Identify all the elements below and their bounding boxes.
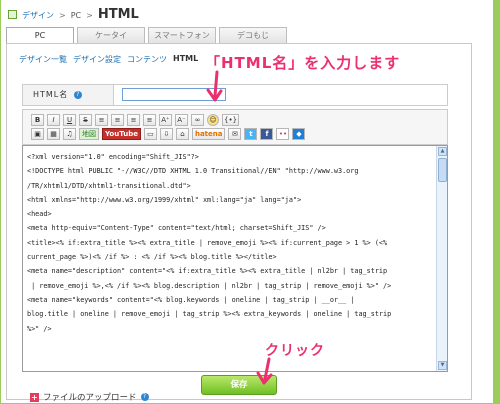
video-icon[interactable]: ▭ bbox=[143, 128, 157, 140]
scroll-thumb[interactable] bbox=[438, 158, 447, 182]
map-button[interactable]: 地図 bbox=[79, 128, 99, 140]
font-size-up-icon[interactable]: A⁺ bbox=[159, 114, 172, 126]
code-line: <head> bbox=[27, 210, 52, 219]
device-tabs: PC ケータイ スマートフォン デコもじ bbox=[6, 27, 287, 44]
html-code-text[interactable]: <?xml version="1.0" encoding="Shift_JIS"… bbox=[27, 150, 431, 336]
align-justify-icon[interactable]: ≡ bbox=[143, 114, 156, 126]
flickr-icon[interactable]: •• bbox=[276, 128, 290, 140]
tab-decomoji[interactable]: デコもじ bbox=[219, 27, 287, 43]
tab-smartphone[interactable]: スマートフォン bbox=[148, 27, 216, 43]
html-name-row: HTML名 ? bbox=[22, 84, 448, 106]
editor-scrollbar[interactable]: ▲ ▼ bbox=[436, 146, 447, 371]
subnav-current: HTML bbox=[173, 54, 199, 63]
code-line: <meta name="description" content="<% if:… bbox=[27, 267, 388, 276]
code-line: %>" /> bbox=[27, 324, 52, 333]
file-upload-label[interactable]: ファイルのアップロード bbox=[43, 391, 137, 403]
html-name-label-cell: HTML名 ? bbox=[23, 85, 114, 105]
align-left-icon[interactable]: ≡ bbox=[95, 114, 108, 126]
home-icon[interactable]: ⌂ bbox=[175, 128, 189, 140]
font-size-down-icon[interactable]: A⁻ bbox=[175, 114, 188, 126]
tab-keitai[interactable]: ケータイ bbox=[77, 27, 145, 43]
bold-button[interactable]: B bbox=[31, 114, 44, 126]
code-line: | remove_emoji %>,<% /if %><% blog.descr… bbox=[27, 281, 392, 290]
decomoji-icon[interactable]: {•} bbox=[222, 114, 240, 126]
code-line: <?xml version="1.0" encoding="Shift_JIS"… bbox=[27, 153, 199, 161]
music-icon[interactable]: ♫ bbox=[63, 128, 76, 140]
plus-icon[interactable]: + bbox=[30, 392, 39, 402]
link-icon[interactable]: ∞ bbox=[191, 114, 204, 126]
youtube-icon[interactable]: YouTube bbox=[102, 128, 141, 140]
annotation-enter-name: 「HTML名」を入力します bbox=[205, 54, 401, 72]
code-line: current_page %>)<% /if %> : <% /if %><% … bbox=[27, 253, 277, 262]
mail-icon[interactable]: ✉ bbox=[228, 128, 242, 140]
sub-navigation: デザイン一覧 デザイン設定 コンテンツ HTML bbox=[19, 54, 198, 65]
gallery-icon[interactable]: ▦ bbox=[47, 128, 60, 140]
align-right-icon[interactable]: ≡ bbox=[127, 114, 140, 126]
subnav-design-settings[interactable]: デザイン設定 bbox=[73, 54, 121, 65]
editor-panel: デザイン一覧 デザイン設定 コンテンツ HTML HTML名 ? B I U S… bbox=[6, 43, 472, 403]
breadcrumb: デザイン > PC > HTML bbox=[8, 7, 139, 23]
emoji-icon[interactable]: ☺ bbox=[207, 114, 219, 126]
code-line: <meta name="keywords" content="<% blog.k… bbox=[27, 295, 355, 304]
underline-button[interactable]: U bbox=[63, 114, 76, 126]
code-line: <html xmlns="http://www.w3.org/1999/xhtm… bbox=[27, 195, 302, 204]
hatena-icon[interactable]: hatena bbox=[191, 128, 226, 140]
italic-button[interactable]: I bbox=[47, 114, 60, 126]
breadcrumb-design-link[interactable]: デザイン bbox=[22, 10, 54, 21]
annotation-arrow-icon bbox=[206, 70, 223, 102]
breadcrumb-pc: PC bbox=[70, 11, 82, 20]
scroll-down-icon[interactable]: ▼ bbox=[438, 361, 447, 370]
editor-toolbar: B I U S ≡ ≡ ≡ ≡ A⁺ A⁻ ∞ ☺ {•} ▣ ▦ ♫ 地図 Y… bbox=[22, 109, 448, 145]
image-icon[interactable]: ▣ bbox=[31, 128, 44, 140]
subnav-contents[interactable]: コンテンツ bbox=[127, 54, 167, 65]
twitter-icon[interactable]: t bbox=[244, 128, 258, 140]
code-line: /TR/xhtml1/DTD/xhtml1-transitional.dtd"> bbox=[27, 181, 191, 190]
breadcrumb-separator: > bbox=[86, 11, 93, 20]
file-upload[interactable]: + ファイルのアップロード ? bbox=[30, 391, 149, 403]
dropbox-icon[interactable]: ◆ bbox=[292, 128, 306, 140]
strikethrough-button[interactable]: S bbox=[79, 114, 92, 126]
annotation-arrow-icon bbox=[256, 357, 273, 385]
code-line: <meta http-equiv="Content-Type" content=… bbox=[27, 224, 326, 233]
code-line: <title><% if:extra_title %><% extra_titl… bbox=[27, 238, 388, 247]
html-name-label: HTML名 bbox=[33, 90, 69, 99]
html-code-editor[interactable]: <?xml version="1.0" encoding="Shift_JIS"… bbox=[22, 145, 448, 372]
code-line: blog.title | oneline | remove_emoji | ta… bbox=[27, 310, 392, 319]
help-icon[interactable]: ? bbox=[140, 393, 149, 401]
download-icon[interactable]: ⇩ bbox=[159, 128, 173, 140]
scroll-up-icon[interactable]: ▲ bbox=[438, 147, 447, 156]
toolbar-row-2: ▣ ▦ ♫ 地図 YouTube ▭ ⇩ ⌂ hatena ✉ t f •• ◆ bbox=[31, 128, 447, 140]
subnav-design-list[interactable]: デザイン一覧 bbox=[19, 54, 67, 65]
tab-pc[interactable]: PC bbox=[6, 27, 74, 44]
home-icon bbox=[8, 10, 17, 19]
code-line: <!DOCTYPE html PUBLIC "-//W3C//DTD XHTML… bbox=[27, 167, 359, 176]
align-center-icon[interactable]: ≡ bbox=[111, 114, 124, 126]
help-icon[interactable]: ? bbox=[73, 90, 82, 99]
page-title: HTML bbox=[97, 7, 139, 22]
toolbar-row-1: B I U S ≡ ≡ ≡ ≡ A⁺ A⁻ ∞ ☺ {•} bbox=[31, 114, 447, 126]
breadcrumb-separator: > bbox=[59, 11, 66, 20]
facebook-icon[interactable]: f bbox=[260, 128, 274, 140]
